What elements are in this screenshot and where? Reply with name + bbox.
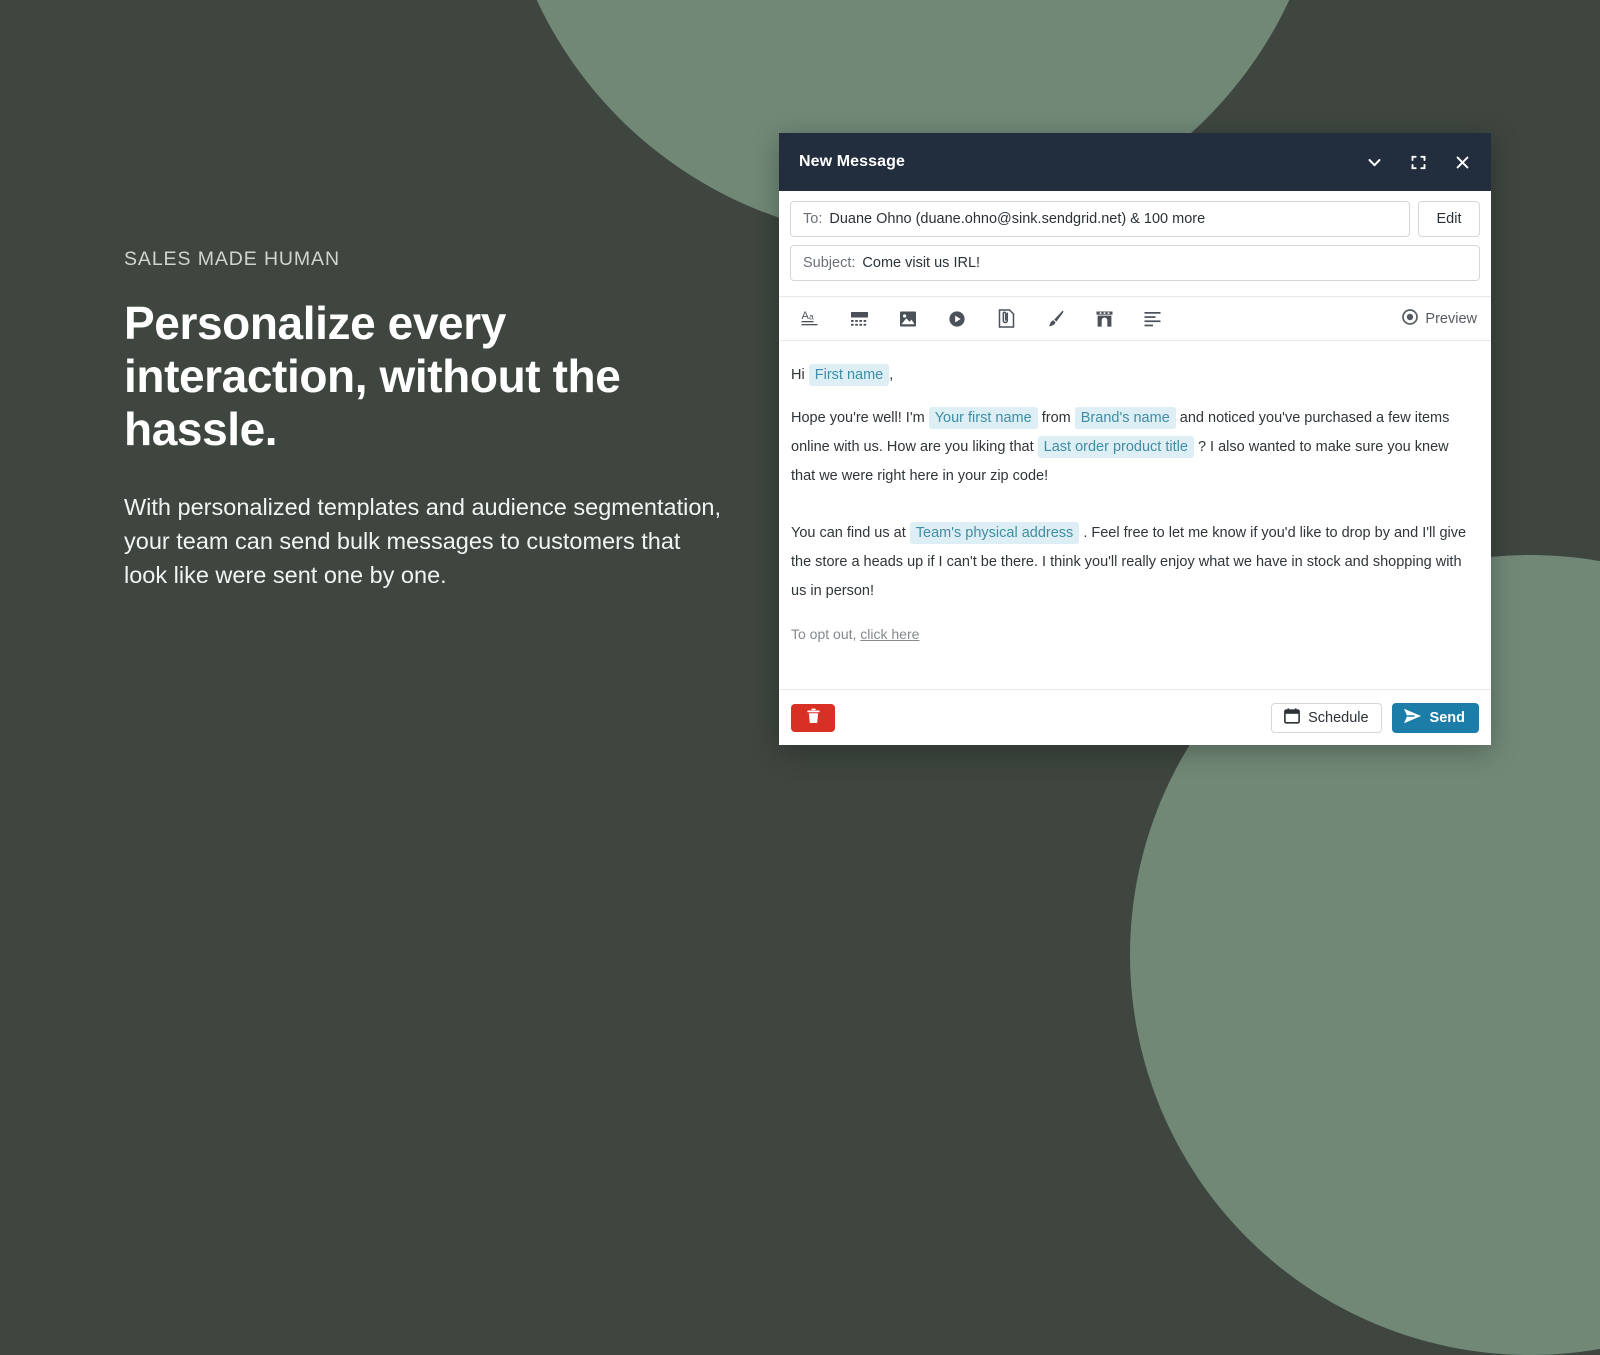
- footer-actions: Schedule Send: [1271, 702, 1479, 733]
- close-icon[interactable]: [1451, 151, 1473, 173]
- delete-draft-button[interactable]: [791, 703, 835, 732]
- paper-plane-icon: [1403, 708, 1422, 728]
- merge-tag-last-order-product-title[interactable]: Last order product title: [1037, 436, 1194, 458]
- opt-out-link[interactable]: click here: [860, 626, 919, 642]
- svg-text:a: a: [809, 312, 814, 322]
- body-spacer-2: [791, 505, 1473, 519]
- greeting-suffix: ,: [889, 367, 894, 383]
- minimize-icon[interactable]: [1363, 151, 1385, 173]
- trash-icon: [806, 708, 821, 727]
- align-icon[interactable]: [1136, 303, 1170, 335]
- compose-fields: To: Duane Ohno (duane.ohno@sink.sendgrid…: [779, 191, 1491, 289]
- to-value: Duane Ohno (duane.ohno@sink.sendgrid.net…: [829, 211, 1206, 227]
- body-paragraph-2: You can find us at Team's physical addre…: [791, 519, 1473, 606]
- p1-text-b: from: [1041, 410, 1071, 426]
- schedule-button[interactable]: Schedule: [1271, 702, 1382, 733]
- preview-button[interactable]: Preview: [1402, 308, 1477, 329]
- send-label: Send: [1429, 709, 1465, 726]
- greeting-prefix: Hi: [791, 367, 805, 383]
- body-greeting: Hi First name,: [791, 361, 1473, 390]
- body-spacer-1: [791, 390, 1473, 404]
- expand-icon[interactable]: [1407, 151, 1429, 173]
- compose-window-header: New Message: [779, 133, 1491, 191]
- image-icon[interactable]: [891, 303, 925, 335]
- calendar-icon: [1284, 707, 1300, 728]
- page-title: Personalize every interaction, without t…: [124, 297, 621, 455]
- template-icon[interactable]: [842, 303, 876, 335]
- window-controls: [1363, 151, 1473, 173]
- send-button[interactable]: Send: [1391, 702, 1479, 733]
- eye-icon: [1402, 308, 1419, 329]
- preview-label: Preview: [1425, 310, 1477, 327]
- opt-out-text: To opt out,: [791, 626, 857, 642]
- video-icon[interactable]: [940, 303, 974, 335]
- p1-text-a: Hope you're well! I'm: [791, 410, 925, 426]
- to-row: To: Duane Ohno (duane.ohno@sink.sendgrid…: [790, 201, 1480, 237]
- store-icon[interactable]: [1087, 303, 1121, 335]
- merge-tag-first-name[interactable]: First name: [808, 364, 890, 386]
- subject-label: Subject:: [803, 255, 856, 271]
- merge-tag-your-first-name[interactable]: Your first name: [928, 407, 1038, 429]
- p2-text-a: You can find us at: [791, 525, 906, 541]
- subject-value: Come visit us IRL!: [862, 255, 981, 271]
- hero-section: SALES MADE HUMAN Personalize every inter…: [124, 248, 744, 592]
- hero-description: With personalized templates and audience…: [124, 494, 722, 588]
- brush-icon[interactable]: [1038, 303, 1072, 335]
- email-body-editor[interactable]: Hi First name, Hope you're well! I'm You…: [779, 341, 1491, 689]
- text-format-icon[interactable]: A a: [793, 303, 827, 335]
- body-paragraph-1: Hope you're well! I'm Your first name fr…: [791, 404, 1473, 491]
- to-label: To:: [803, 211, 823, 227]
- compose-footer: Schedule Send: [779, 689, 1491, 745]
- subject-field[interactable]: Subject: Come visit us IRL!: [790, 245, 1480, 281]
- merge-tag-brands-name[interactable]: Brand's name: [1074, 407, 1176, 429]
- edit-recipients-button[interactable]: Edit: [1418, 201, 1480, 237]
- schedule-label: Schedule: [1308, 709, 1369, 726]
- editor-toolbar: A a Preview: [779, 296, 1491, 341]
- attachment-icon[interactable]: [989, 303, 1023, 335]
- compose-window-title: New Message: [799, 153, 906, 170]
- hero-eyebrow: SALES MADE HUMAN: [124, 248, 340, 270]
- subject-row: Subject: Come visit us IRL!: [790, 245, 1480, 281]
- to-field[interactable]: To: Duane Ohno (duane.ohno@sink.sendgrid…: [790, 201, 1410, 237]
- compose-window: New Message To: Duane Ohno (duane.ohno@s…: [779, 133, 1491, 745]
- opt-out-line: To opt out, click here: [791, 620, 1473, 649]
- merge-tag-teams-physical-address[interactable]: Team's physical address: [909, 522, 1080, 544]
